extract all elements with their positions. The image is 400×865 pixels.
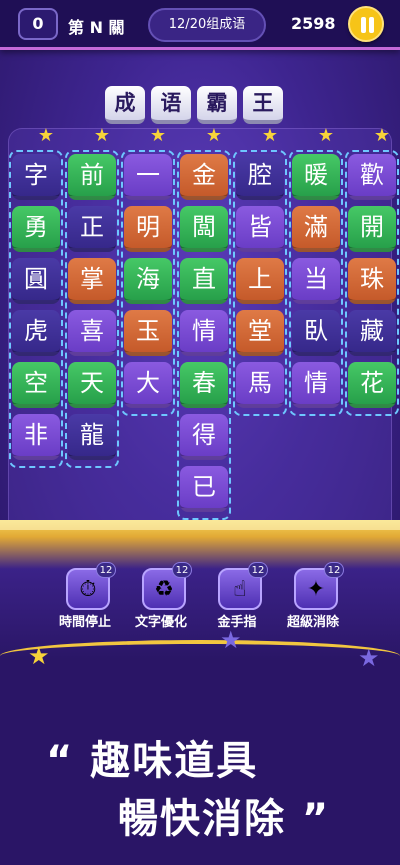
star-icon: ★ <box>220 626 242 654</box>
char-tile[interactable]: 玉 <box>124 310 172 356</box>
char-tile[interactable]: 馬 <box>236 362 284 408</box>
char-tile[interactable]: 非 <box>12 414 60 460</box>
magic-wand-icon: ★ <box>205 125 223 146</box>
char-tile[interactable]: 直 <box>180 258 228 304</box>
char-tile[interactable]: 海 <box>124 258 172 304</box>
char-tile[interactable]: 開 <box>348 206 396 252</box>
char-tile[interactable]: 大 <box>124 362 172 408</box>
top-bar: 0 第 N 關 12/20组成语 2598 <box>0 0 400 50</box>
star-icon: ★ <box>28 642 50 670</box>
char-tile[interactable]: 一 <box>124 154 172 200</box>
char-tile[interactable]: 暖 <box>292 154 340 200</box>
char-tile[interactable]: 已 <box>180 466 228 512</box>
star-icon: ★ <box>358 644 380 672</box>
count-badge: 12 <box>248 562 268 578</box>
char-tile[interactable]: 腔 <box>236 154 284 200</box>
char-tile[interactable]: 歡 <box>348 154 396 200</box>
magic-wand-icon: ★ <box>261 125 279 146</box>
char-tile[interactable]: 情 <box>180 310 228 356</box>
target-word: 成 语 霸 王 <box>105 86 283 124</box>
magic-wand-icon: ★ <box>317 125 335 146</box>
char-tile[interactable]: 明 <box>124 206 172 252</box>
char-tile[interactable]: 虎 <box>12 310 60 356</box>
target-char: 成 <box>105 86 145 124</box>
char-tile[interactable]: 掌 <box>68 258 116 304</box>
pause-button[interactable] <box>348 6 384 42</box>
target-char: 王 <box>243 86 283 124</box>
magic-wand-icon: ★ <box>373 125 391 146</box>
char-tile[interactable]: 勇 <box>12 206 60 252</box>
count-badge: 12 <box>324 562 344 578</box>
char-tile[interactable]: 滿 <box>292 206 340 252</box>
level-title: 第 N 關 <box>68 18 125 37</box>
level-counter: 0 <box>18 8 58 40</box>
char-tile[interactable]: 龍 <box>68 414 116 460</box>
magic-wand-icon: ★ <box>149 125 167 146</box>
char-tile[interactable]: 藏 <box>348 310 396 356</box>
char-tile[interactable]: 皆 <box>236 206 284 252</box>
char-tile[interactable]: 臥 <box>292 310 340 356</box>
powerup-label: 超級消除 <box>286 615 339 630</box>
score: 2598 <box>291 14 336 33</box>
promo-line-1: “ 趣味道具 <box>46 738 259 784</box>
char-tile[interactable]: 堂 <box>236 310 284 356</box>
decorative-arc <box>0 640 400 680</box>
char-tile[interactable]: 字 <box>12 154 60 200</box>
promo-line-2: 暢快消除 ” <box>118 796 331 842</box>
char-tile[interactable]: 闆 <box>180 206 228 252</box>
char-tile[interactable]: 前 <box>68 154 116 200</box>
char-tile[interactable]: 珠 <box>348 258 396 304</box>
char-tile[interactable]: 春 <box>180 362 228 408</box>
target-char: 语 <box>151 86 191 124</box>
count-badge: 12 <box>172 562 192 578</box>
tray-shine <box>0 520 400 530</box>
magic-wand-icon: ★ <box>93 125 111 146</box>
idiom-progress: 12/20组成语 <box>148 8 266 42</box>
char-tile[interactable]: 喜 <box>68 310 116 356</box>
char-tile[interactable]: 空 <box>12 362 60 408</box>
char-tile[interactable]: 天 <box>68 362 116 408</box>
magic-wand-icon: ★ <box>37 125 55 146</box>
char-tile[interactable]: 当 <box>292 258 340 304</box>
char-tile[interactable]: 情 <box>292 362 340 408</box>
char-tile[interactable]: 金 <box>180 154 228 200</box>
char-tile[interactable]: 圓 <box>12 258 60 304</box>
char-tile[interactable]: 正 <box>68 206 116 252</box>
char-tile[interactable]: 花 <box>348 362 396 408</box>
count-badge: 12 <box>96 562 116 578</box>
char-tile[interactable]: 得 <box>180 414 228 460</box>
target-char: 霸 <box>197 86 237 124</box>
char-tile[interactable]: 上 <box>236 258 284 304</box>
